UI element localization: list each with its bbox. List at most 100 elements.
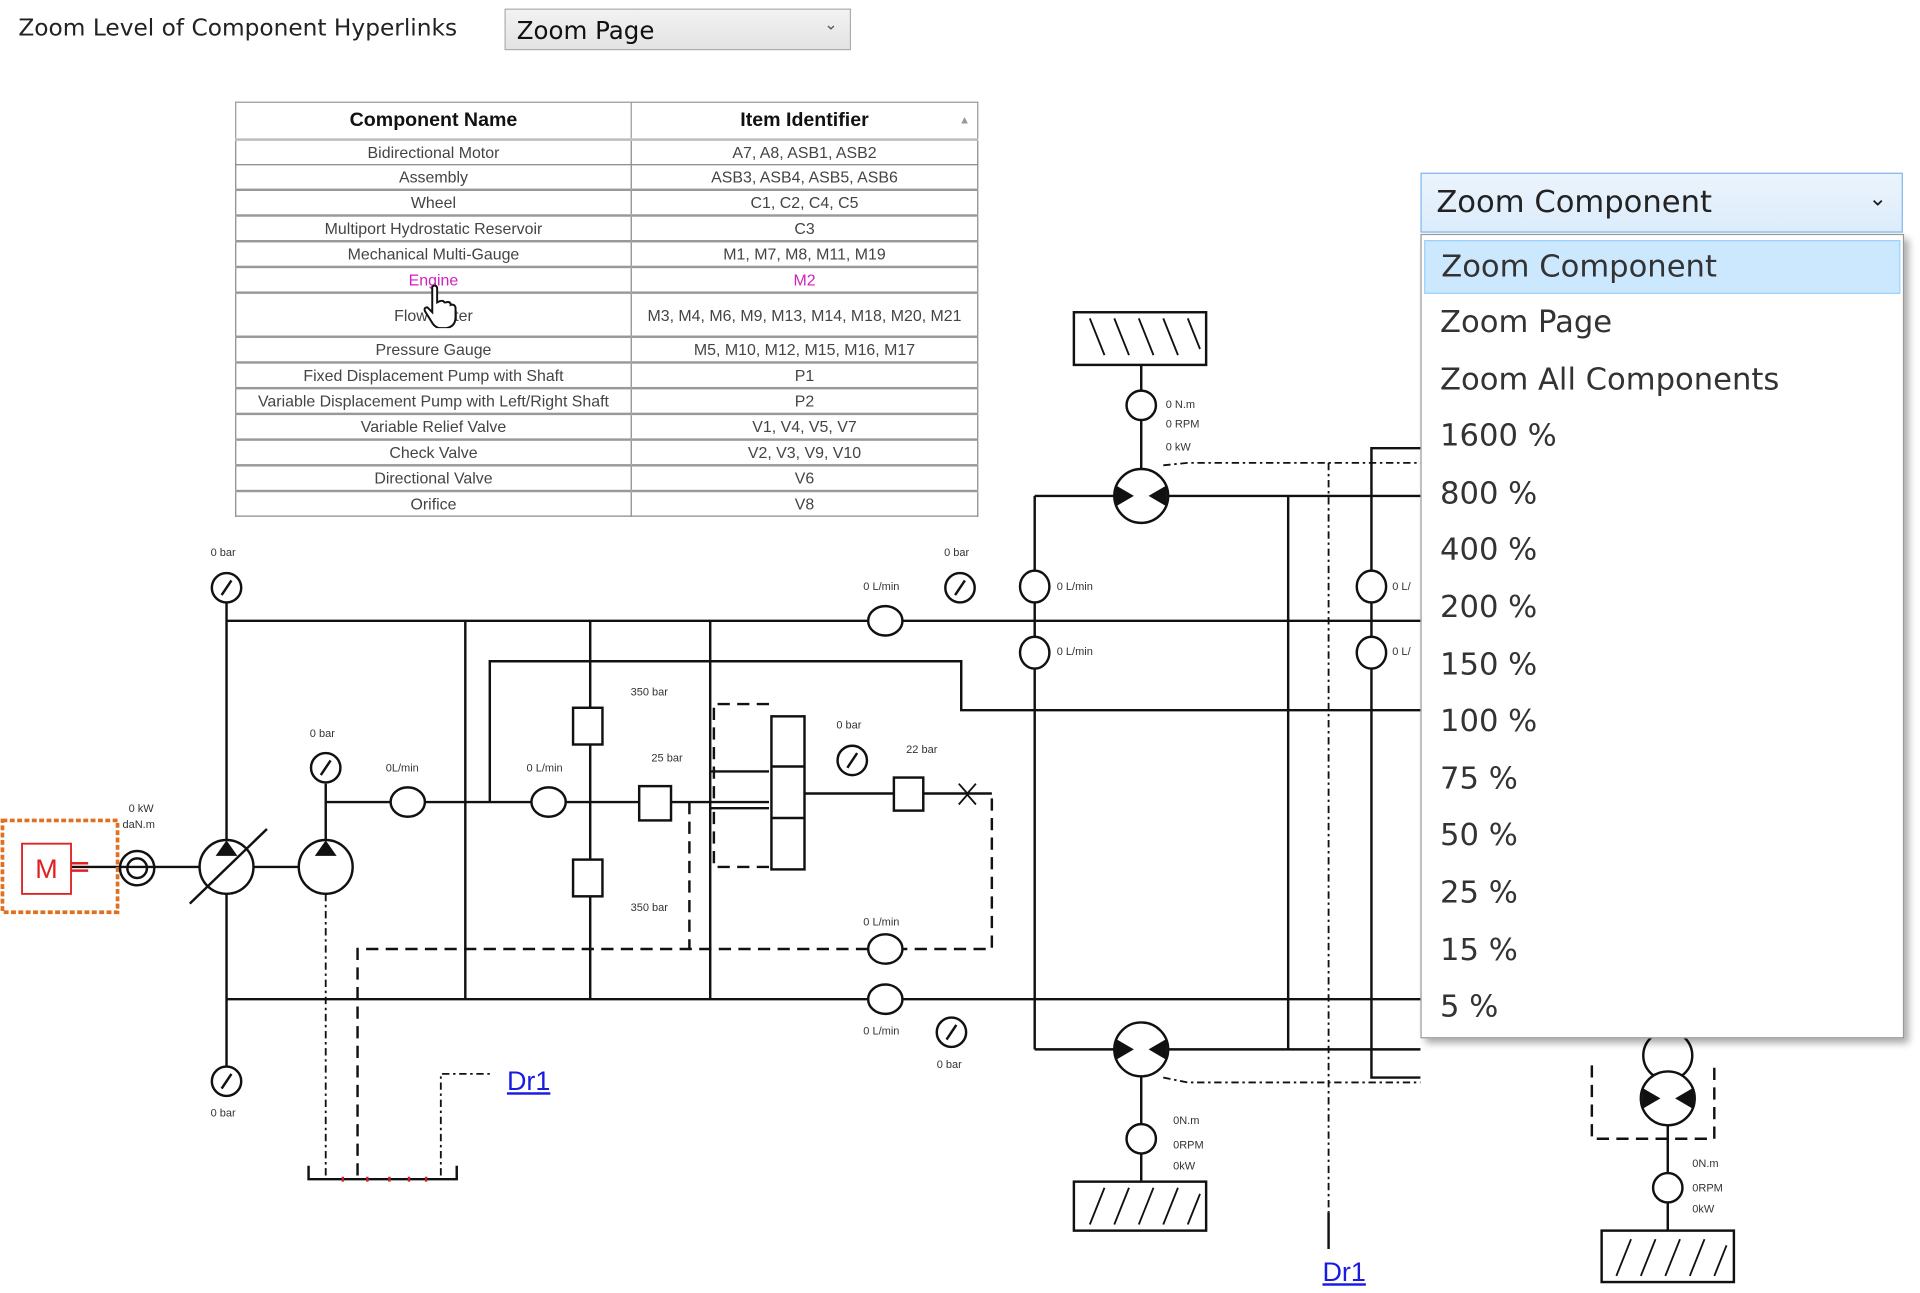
label: 0 kW [1166, 442, 1192, 454]
component-name-cell[interactable]: Assembly [235, 164, 632, 191]
table-row[interactable]: Wheel C1, C2, C4, C5 [235, 188, 979, 217]
zoom-option[interactable]: 15 % [1424, 921, 1900, 978]
item-identifier-cell[interactable]: V2, V3, V9, V10 [630, 438, 979, 466]
component-name-cell[interactable]: Check Valve [235, 438, 632, 466]
label: 0 L/min [1057, 581, 1093, 593]
item-identifier-cell[interactable]: M2 [630, 265, 979, 294]
table-row[interactable]: Variable Relief Valve V1, V4, V5, V7 [235, 412, 979, 441]
table-row[interactable]: Variable Displacement Pump with Left/Rig… [235, 386, 979, 415]
label: 0 L/min [1057, 646, 1093, 658]
item-identifier-cell[interactable]: V6 [630, 464, 979, 492]
table-row[interactable]: Orifice V8 [235, 489, 979, 517]
table-row[interactable]: Multiport Hydrostatic Reservoir C3 [235, 214, 979, 242]
zoom-option[interactable]: 5 % [1424, 979, 1900, 1036]
label: 0 L/min [527, 762, 563, 774]
label: 0N.m [1173, 1115, 1199, 1127]
table-row[interactable]: Bidirectional Motor A7, A8, ASB1, ASB2 [235, 138, 979, 166]
item-identifier-cell[interactable]: C1, C2, C4, C5 [630, 188, 979, 217]
sort-arrow-icon: ▲ [961, 115, 968, 125]
component-name-cell[interactable]: Bidirectional Motor [235, 138, 632, 166]
zoom-option[interactable]: 400 % [1424, 522, 1900, 579]
label: 0 bar [211, 547, 236, 559]
label: 0 L/min [863, 581, 899, 593]
label: 0N.m [1692, 1158, 1718, 1170]
drain-link-dr1-right[interactable]: Dr1 [1322, 1256, 1365, 1288]
item-identifier-cell[interactable]: ASB3, ASB4, ASB5, ASB6 [630, 164, 979, 191]
motor-right[interactable] [1639, 1029, 1696, 1127]
component-name-cell[interactable]: Wheel [235, 188, 632, 217]
table-row[interactable]: Check Valve V2, V3, V9, V10 [235, 438, 979, 466]
table-row[interactable]: Pressure Gauge M5, M10, M12, M15, M16, M1… [235, 335, 979, 364]
label: 25 bar [651, 753, 683, 765]
directional-valve [770, 715, 806, 871]
label: 350 bar [631, 902, 669, 914]
label: 0 kW [129, 803, 155, 815]
zoom-option[interactable]: 1600 % [1424, 408, 1900, 465]
zoom-option[interactable]: 25 % [1424, 864, 1900, 921]
component-table: Component Name Item Identifier Bidirecti… [235, 101, 979, 517]
label: 0 bar [937, 1059, 962, 1071]
component-name-cell[interactable]: Variable Displacement Pump with Left/Rig… [235, 386, 632, 415]
zoom-option[interactable]: 200 % [1424, 579, 1900, 636]
zoom-option[interactable]: 100 % [1424, 693, 1900, 750]
zoom-option[interactable]: 75 % [1424, 750, 1900, 807]
item-identifier-cell[interactable]: C3 [630, 214, 979, 242]
zoom-option[interactable]: 800 % [1424, 465, 1900, 522]
table-row[interactable]: Mechanical Multi-Gauge M1, M7, M8, M11, M… [235, 240, 979, 268]
label: 0 N.m [1166, 399, 1195, 411]
label: 0 L/min [863, 1026, 899, 1038]
item-identifier-cell[interactable]: M5, M10, M12, M15, M16, M17 [630, 335, 979, 364]
relief-valve-22 [892, 776, 925, 812]
component-name-cell[interactable]: Fixed Displacement Pump with Shaft [235, 361, 632, 389]
hand-cursor-icon [423, 284, 457, 329]
label: 0 L/min [863, 917, 899, 929]
item-identifier-cell[interactable]: P2 [630, 386, 979, 415]
column-header-item-identifier[interactable]: Item Identifier [630, 101, 979, 141]
item-identifier-cell[interactable]: M3, M4, M6, M9, M13, M14, M18, M20, M21 [630, 291, 979, 338]
label: 0RPM [1692, 1182, 1723, 1194]
component-name-cell[interactable]: Mechanical Multi-Gauge [235, 240, 632, 268]
motor-top[interactable] [1113, 467, 1170, 525]
drain-link-dr1[interactable]: Dr1 [507, 1065, 550, 1097]
item-identifier-cell[interactable]: V1, V4, V5, V7 [630, 412, 979, 441]
table-row[interactable]: Flow MeterM3, M4, M6, M9, M13, M14, M18,… [235, 291, 979, 338]
label: 0 RPM [1166, 418, 1200, 430]
reservoir [307, 1165, 458, 1181]
label: 0 L/ [1392, 581, 1411, 593]
item-identifier-cell[interactable]: A7, A8, ASB1, ASB2 [630, 138, 979, 166]
zoom-option[interactable]: Zoom All Components [1424, 351, 1900, 408]
table-row[interactable]: Fixed Displacement Pump with Shaft P1 [235, 361, 979, 389]
zoom-component-dropdown[interactable]: Zoom Component ⌄ [1420, 172, 1903, 233]
zoom-option[interactable]: 50 % [1424, 807, 1900, 864]
engine-label[interactable]: M [35, 854, 57, 884]
fixed-pump[interactable] [297, 838, 354, 896]
label: 0 bar [944, 547, 969, 559]
relief-valve-top [571, 706, 604, 746]
component-name-cell[interactable]: Variable Relief Valve [235, 412, 632, 441]
label: 0L/min [386, 762, 419, 774]
zoom-option[interactable]: Zoom Component [1424, 240, 1901, 294]
item-identifier-cell[interactable]: P1 [630, 361, 979, 389]
table-row[interactable]: Directional Valve V6 [235, 464, 979, 492]
item-identifier-cell[interactable]: M1, M7, M8, M11, M19 [630, 240, 979, 268]
component-name-cell[interactable]: Directional Valve [235, 464, 632, 492]
motor-bottom[interactable] [1113, 1021, 1170, 1078]
table-row[interactable]: Engine M2 [235, 265, 979, 294]
label: 0 bar [836, 720, 861, 732]
item-identifier-cell[interactable]: V8 [630, 489, 979, 517]
zoom-options-list: Zoom Component Zoom Page Zoom All Componen… [1420, 233, 1905, 1039]
zoom-option[interactable]: Zoom Page [1424, 294, 1900, 351]
label: 350 bar [631, 687, 669, 699]
column-header-component-name[interactable]: Component Name [235, 101, 632, 141]
component-name-cell[interactable]: Pressure Gauge [235, 335, 632, 364]
label: 0RPM [1173, 1140, 1204, 1152]
label: 0 bar [310, 728, 335, 740]
drain-lines [324, 461, 1421, 1213]
component-name-cell[interactable]: Multiport Hydrostatic Reservoir [235, 214, 632, 242]
zoom-option[interactable]: 150 % [1424, 636, 1900, 693]
label: 0kW [1173, 1160, 1196, 1172]
chevron-down-icon: ⌄ [1868, 186, 1887, 212]
label: 0 bar [211, 1108, 236, 1120]
component-name-cell[interactable]: Orifice [235, 489, 632, 517]
table-row[interactable]: Assembly ASB3, ASB4, ASB5, ASB6 [235, 164, 979, 191]
